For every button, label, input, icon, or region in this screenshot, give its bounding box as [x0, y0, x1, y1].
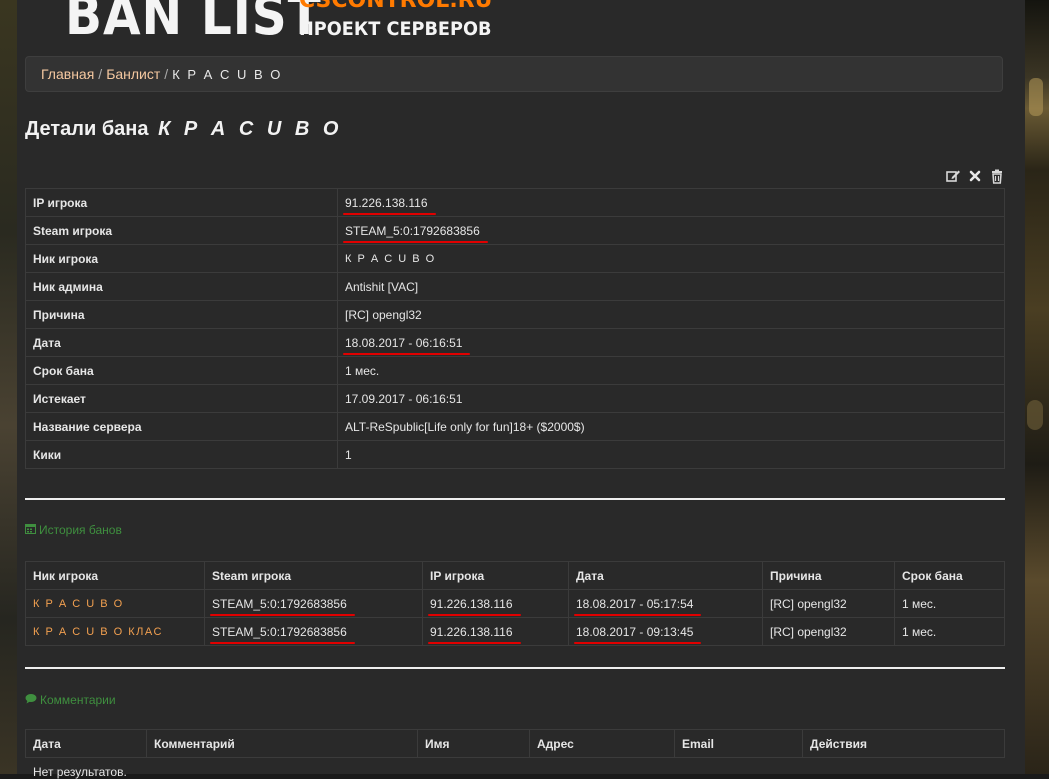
history-row: К Р А С U В О STEAM_5:0:1792683856 91.22… — [25, 589, 1005, 618]
calendar-icon — [25, 523, 36, 537]
comments-empty-message: Нет результатов. — [33, 765, 127, 779]
history-header-row: Ник игрока Steam игрока IP игрока Дата П… — [25, 561, 1005, 590]
details-key: Причина — [25, 300, 338, 329]
history-date: 18.08.2017 - 09:13:45 — [573, 624, 702, 644]
edit-icon[interactable] — [945, 168, 961, 184]
details-key: Ник админа — [25, 272, 338, 301]
history-col-ip: IP игрока — [422, 561, 569, 590]
details-key: Ник игрока — [25, 244, 338, 273]
comments-col-email: Email — [674, 729, 803, 758]
comments-col-name: Имя — [417, 729, 530, 758]
history-reason: [RC] opengl32 — [762, 589, 895, 618]
breadcrumb-banlist-link[interactable]: Банлист — [106, 66, 160, 82]
page-content: BAN LIST CSCONTROL.RU ПРОЕКТ СЕРВЕРОВ Гл… — [17, 0, 1025, 779]
history-row: К Р А С U В О КЛАС STEAM_5:0:1792683856 … — [25, 617, 1005, 646]
details-value: STEAM_5:0:1792683856 — [337, 216, 1005, 245]
ban-date: 18.08.2017 - 06:16:51 — [342, 335, 471, 355]
history-ip: 91.226.138.116 — [428, 624, 521, 644]
details-row-server: Название сервера ALT-ReSpublic[Life only … — [25, 412, 1005, 441]
details-row-ip: IP игрока 91.226.138.116 — [25, 188, 1005, 217]
history-section-title: История банов — [25, 523, 122, 537]
history-col-length: Срок бана — [894, 561, 1005, 590]
history-steam-cell: STEAM_5:0:1792683856 — [204, 617, 423, 646]
comments-col-date: Дата — [25, 729, 147, 758]
history-ip-cell: 91.226.138.116 — [422, 617, 569, 646]
history-col-steam: Steam игрока — [204, 561, 423, 590]
admin-nick: Antishit [VAC] — [337, 272, 1005, 301]
history-col-date: Дата — [568, 561, 763, 590]
comments-header-row: Дата Комментарий Имя Адрес Email Действи… — [25, 729, 1005, 758]
details-row-admin: Ник админа Antishit [VAC] — [25, 272, 1005, 301]
logo-subtitle: ПРОЕКТ СЕРВЕРОВ — [299, 18, 492, 40]
kick-count: 1 — [337, 440, 1005, 469]
trash-icon[interactable] — [989, 168, 1005, 184]
page-title-prefix: Детали бана — [25, 118, 149, 140]
breadcrumb-home-link[interactable]: Главная — [41, 66, 94, 82]
comments-col-comment: Комментарий — [146, 729, 418, 758]
details-row-date: Дата 18.08.2017 - 06:16:51 — [25, 328, 1005, 357]
comments-col-address: Адрес — [529, 729, 675, 758]
page-title: Детали бана К Р А С U В О — [25, 118, 342, 141]
ban-reason: [RC] opengl32 — [337, 300, 1005, 329]
history-title-text: История банов — [39, 523, 122, 537]
server-name: ALT-ReSpublic[Life only for fun]18+ ($20… — [337, 412, 1005, 441]
details-key: Дата — [25, 328, 338, 357]
history-col-nick: Ник игрока — [25, 561, 205, 590]
history-date-cell: 18.08.2017 - 05:17:54 — [568, 589, 763, 618]
history-ip-cell: 91.226.138.116 — [422, 589, 569, 618]
comments-title-text: Комментарии — [40, 693, 116, 707]
ban-history-table: Ник игрока Steam игрока IP игрока Дата П… — [25, 561, 1005, 646]
ban-length: 1 мес. — [337, 356, 1005, 385]
comment-icon — [25, 693, 37, 707]
history-nick-link[interactable]: К Р А С U В О КЛАС — [25, 617, 205, 646]
player-nick: К Р А С U В О — [337, 244, 1005, 273]
history-nick-link[interactable]: К Р А С U В О — [25, 589, 205, 618]
details-key: IP игрока — [25, 188, 338, 217]
details-key: Кики — [25, 440, 338, 469]
history-steam-cell: STEAM_5:0:1792683856 — [204, 589, 423, 618]
section-divider — [25, 498, 1005, 500]
details-row-expires: Истекает 17.09.2017 - 06:16:51 — [25, 384, 1005, 413]
ban-details-table: IP игрока 91.226.138.116 Steam игрока STEA… — [25, 188, 1005, 469]
history-length: 1 мес. — [894, 589, 1005, 618]
details-key: Срок бана — [25, 356, 338, 385]
history-length: 1 мес. — [894, 617, 1005, 646]
section-divider — [25, 667, 1005, 669]
details-value: 18.08.2017 - 06:16:51 — [337, 328, 1005, 357]
details-key: Истекает — [25, 384, 338, 413]
site-logo[interactable]: BAN LIST CSCONTROL.RU ПРОЕКТ СЕРВЕРОВ — [50, 0, 510, 46]
player-steam-id: STEAM_5:0:1792683856 — [343, 223, 488, 243]
breadcrumb-separator: / — [98, 66, 103, 82]
details-row-kicks: Кики 1 — [25, 440, 1005, 469]
breadcrumb-separator: / — [164, 66, 169, 82]
history-steam: STEAM_5:0:1792683856 — [210, 596, 355, 616]
breadcrumb-current: К Р А С U В О — [172, 67, 283, 82]
history-steam: STEAM_5:0:1792683856 — [210, 624, 355, 644]
breadcrumb: Главная / Банлист / К Р А С U В О — [25, 56, 1003, 92]
comments-section-title: Комментарии — [25, 693, 116, 707]
details-key: Название сервера — [25, 412, 338, 441]
comments-col-actions: Действия — [802, 729, 1005, 758]
details-row-steam: Steam игрока STEAM_5:0:1792683856 — [25, 216, 1005, 245]
logo-title: BAN LIST — [65, 0, 322, 46]
ban-actions — [945, 168, 1005, 184]
ban-expires: 17.09.2017 - 06:16:51 — [337, 384, 1005, 413]
details-row-reason: Причина [RC] opengl32 — [25, 300, 1005, 329]
close-icon[interactable] — [967, 168, 983, 184]
background-left — [0, 0, 17, 774]
player-ip: 91.226.138.116 — [343, 195, 436, 215]
history-ip: 91.226.138.116 — [428, 596, 521, 616]
history-reason: [RC] opengl32 — [762, 617, 895, 646]
background-right — [1025, 0, 1049, 774]
details-value: 91.226.138.116 — [337, 188, 1005, 217]
comments-table: Дата Комментарий Имя Адрес Email Действи… — [25, 729, 1005, 758]
page-title-nick: К Р А С U В О — [158, 118, 343, 140]
details-row-nick: Ник игрока К Р А С U В О — [25, 244, 1005, 273]
details-key: Steam игрока — [25, 216, 338, 245]
history-date: 18.08.2017 - 05:17:54 — [573, 596, 702, 616]
details-row-length: Срок бана 1 мес. — [25, 356, 1005, 385]
history-date-cell: 18.08.2017 - 09:13:45 — [568, 617, 763, 646]
logo-site-name: CSCONTROL.RU — [299, 0, 493, 13]
history-col-reason: Причина — [762, 561, 895, 590]
